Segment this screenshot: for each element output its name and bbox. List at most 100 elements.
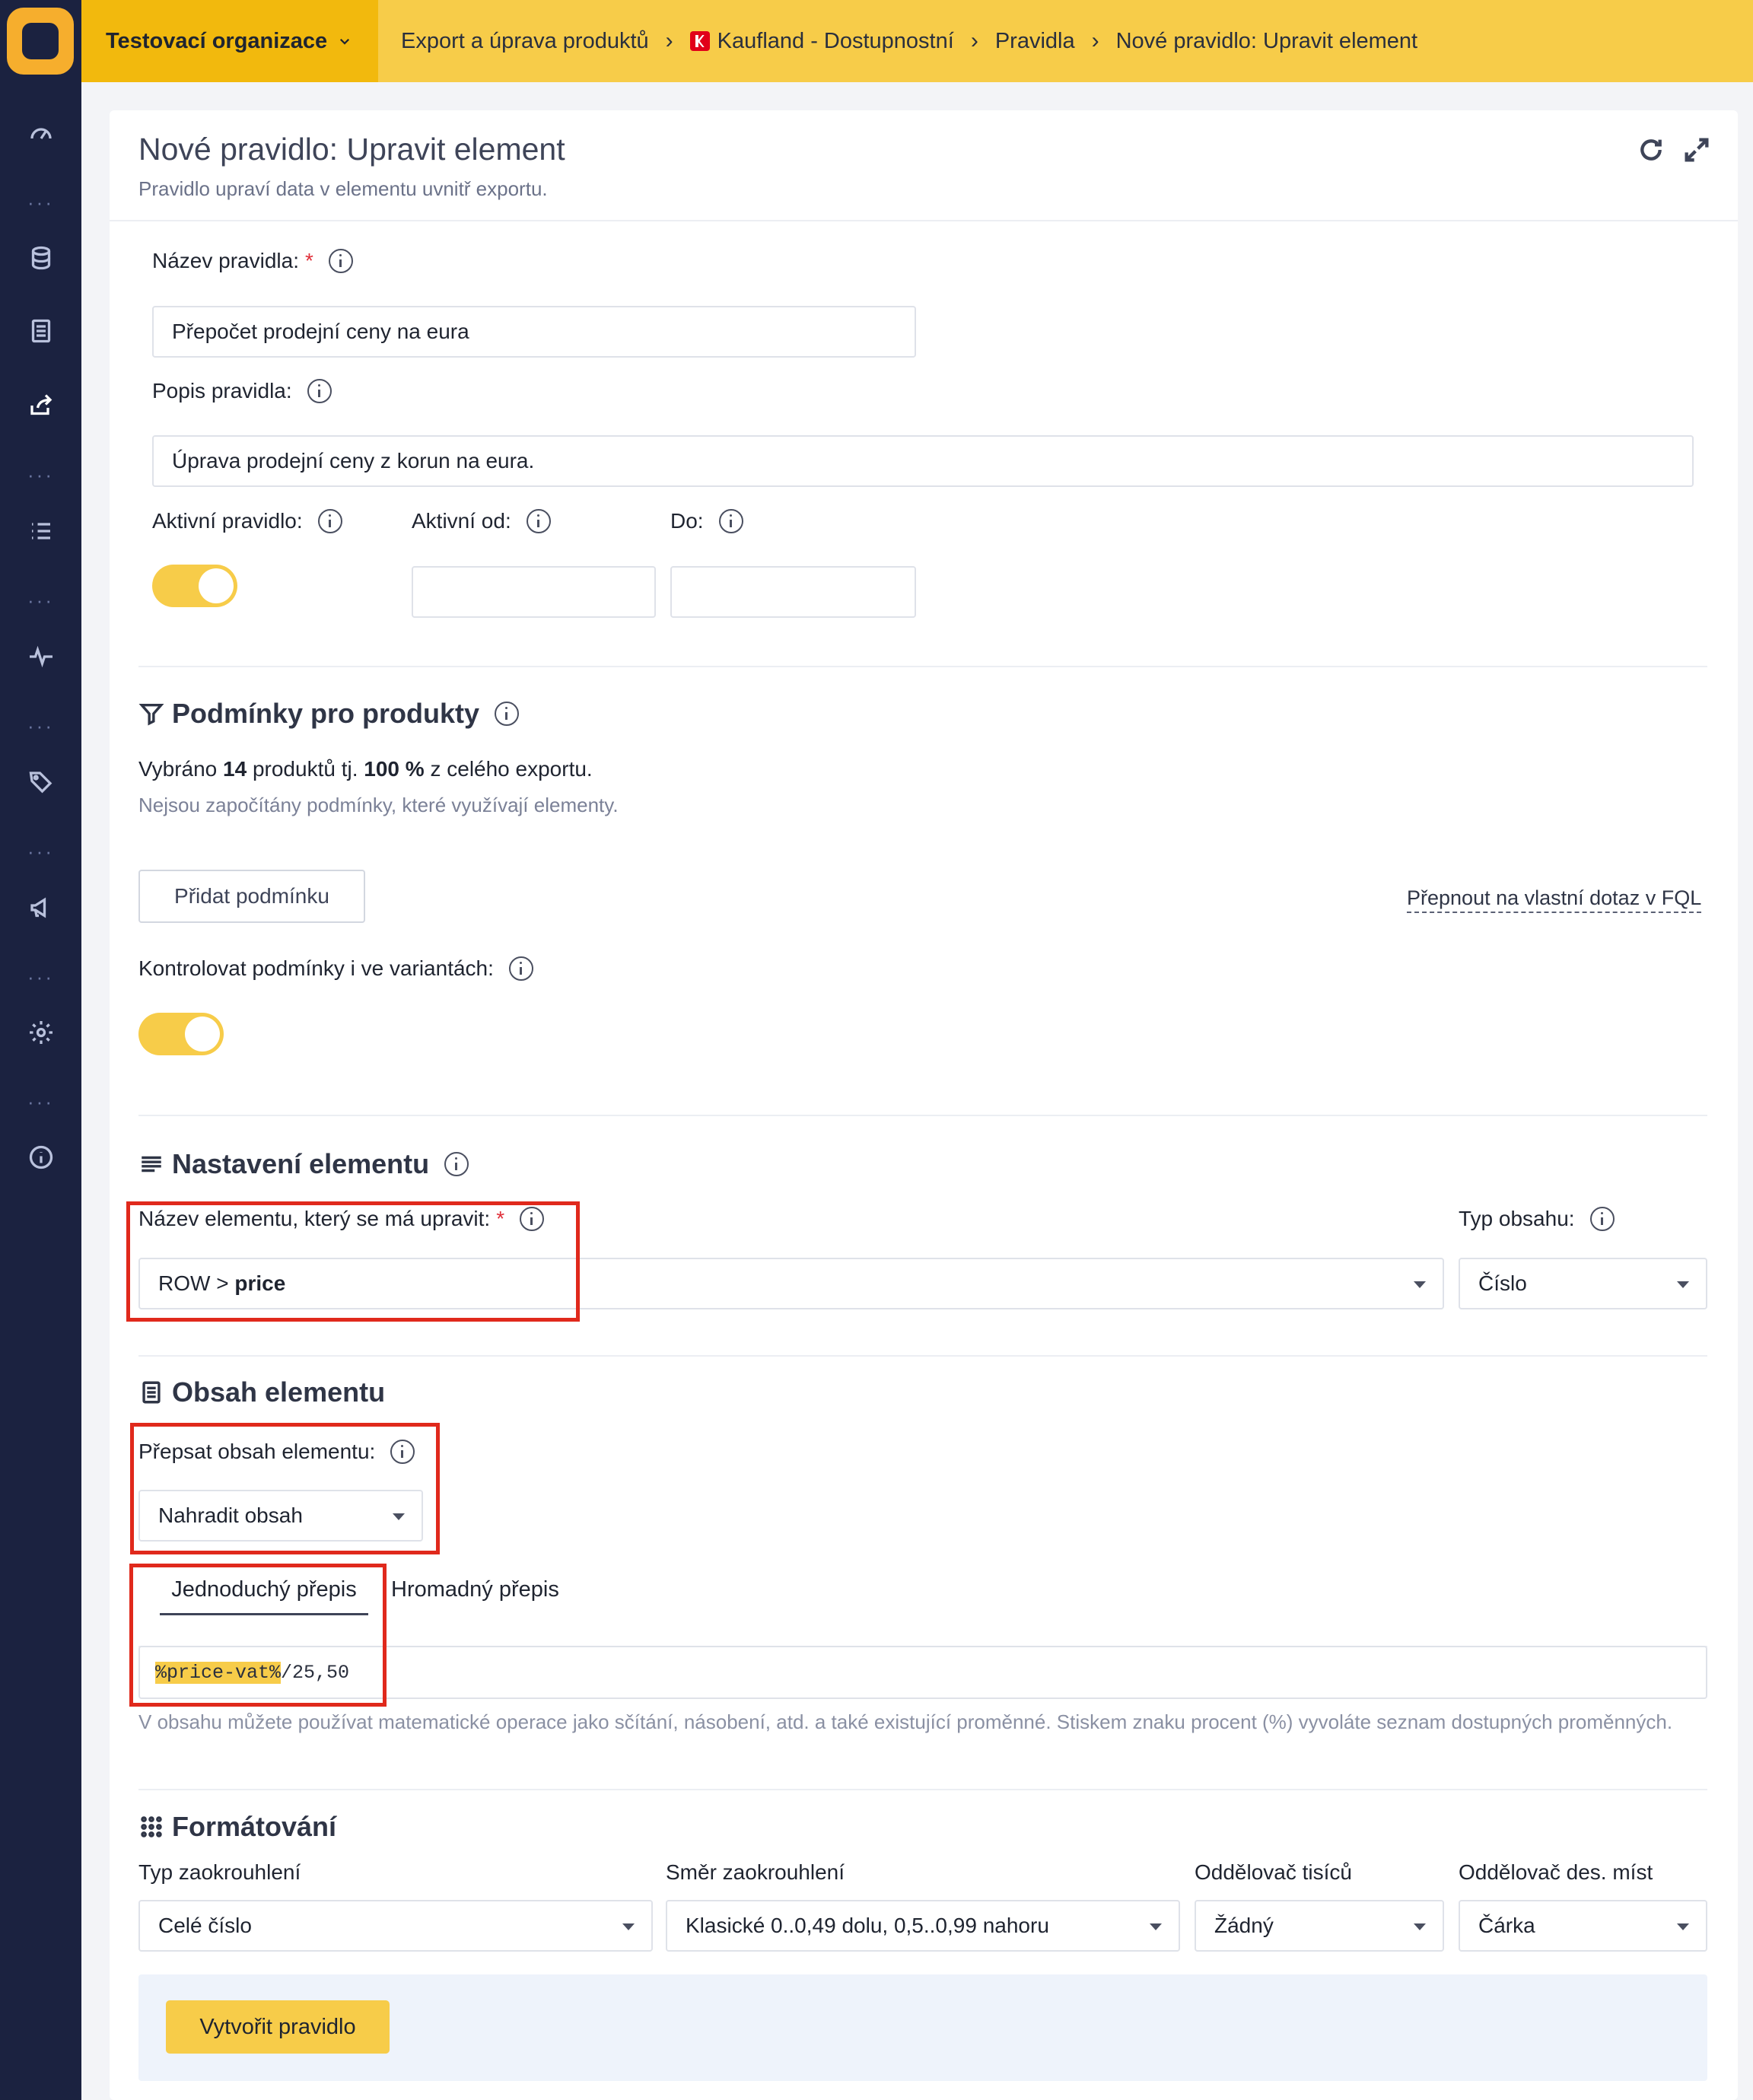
highlight-box [130, 1423, 440, 1554]
expand-icon[interactable] [1681, 135, 1712, 165]
page-title: Nové pravidlo: Upravit element [138, 132, 565, 167]
kaufland-icon [689, 31, 710, 51]
sidebar-export-icon[interactable] [0, 383, 81, 428]
rounding-direction-label: Směr zaokrouhlení [666, 1860, 845, 1884]
check-variants-label: Kontrolovat podmínky i ve variantách: [138, 956, 533, 981]
rule-description-label: Popis pravidla: [152, 379, 332, 403]
sidebar-more-icon[interactable]: ··· [0, 967, 81, 987]
divider [138, 1789, 1707, 1790]
active-to-input[interactable] [670, 566, 916, 618]
sidebar-tags-icon[interactable] [0, 759, 81, 805]
rule-name-label: Název pravidla: * [152, 249, 353, 273]
sidebar-more-icon[interactable]: ··· [0, 842, 81, 861]
sidebar-info-icon[interactable] [0, 1134, 81, 1180]
sidebar-more-icon[interactable]: ··· [0, 590, 81, 610]
active-rule-toggle[interactable] [152, 565, 237, 607]
filter-icon [138, 701, 164, 727]
info-icon[interactable] [307, 379, 332, 403]
app-logo[interactable] [7, 8, 74, 75]
sidebar-megaphone-icon[interactable] [0, 885, 81, 931]
active-to-label: Do: [670, 509, 743, 533]
info-icon[interactable] [526, 509, 551, 533]
rounding-direction-value: Klasické 0..0,49 dolu, 0,5..0,99 nahoru [686, 1914, 1049, 1937]
divider [138, 1355, 1707, 1357]
sidebar-database-icon[interactable] [0, 235, 81, 281]
rule-form-card: Nové pravidlo: Upravit element Pravidlo … [110, 110, 1738, 2100]
breadcrumb-item-rules[interactable]: Pravidla [995, 29, 1075, 54]
info-icon[interactable] [444, 1152, 469, 1176]
form-footer: Vytvořit pravidlo [138, 1974, 1707, 2081]
switch-to-fql-link[interactable]: Přepnout na vlastní dotaz v FQL [1407, 886, 1702, 913]
info-icon[interactable] [718, 509, 743, 533]
decimal-separator-select[interactable]: Čárka [1459, 1900, 1707, 1952]
organization-name: Testovací organizace [106, 28, 328, 53]
conditions-title: Podmínky pro produkty [138, 698, 520, 730]
chevron-right-icon: › [665, 28, 673, 53]
sidebar-dashboard-icon[interactable] [0, 111, 81, 157]
tab-bulk-rewrite[interactable]: Hromadný přepis [391, 1577, 559, 1602]
info-icon[interactable] [495, 702, 520, 726]
breadcrumb-item-kaufland[interactable]: Kaufland - Dostupnostní [717, 29, 954, 54]
element-settings-title: Nastavení elementu [138, 1148, 469, 1180]
chevron-right-icon: › [970, 28, 978, 53]
content-type-label: Typ obsahu: [1459, 1207, 1615, 1231]
caret-down-icon [1414, 1281, 1426, 1288]
info-icon[interactable] [317, 509, 342, 533]
divider [110, 220, 1738, 221]
sidebar-activity-icon[interactable] [0, 634, 81, 679]
thousands-separator-value: Žádný [1214, 1914, 1274, 1937]
organization-switcher[interactable]: Testovací organizace [81, 0, 378, 82]
info-icon[interactable] [1589, 1207, 1615, 1231]
sidebar-list-icon[interactable] [0, 508, 81, 554]
page-subtitle: Pravidlo upraví data v elementu uvnitř e… [138, 177, 548, 200]
divider [138, 1115, 1707, 1116]
rule-description-input[interactable]: Úprava prodejní ceny z korun na eura. [152, 435, 1694, 487]
highlight-box [129, 1564, 387, 1707]
create-rule-button[interactable]: Vytvořit pravidlo [166, 2000, 390, 2054]
element-content-title: Obsah elementu [138, 1376, 385, 1408]
active-from-label: Aktivní od: [412, 509, 551, 533]
sidebar-more-icon[interactable]: ··· [0, 192, 81, 212]
caret-down-icon [1677, 1923, 1689, 1930]
rounding-type-label: Typ zaokrouhlení [138, 1860, 301, 1884]
caret-down-icon [1677, 1281, 1689, 1288]
lines-icon [138, 1151, 164, 1177]
refresh-icon[interactable] [1636, 135, 1666, 165]
rounding-direction-select[interactable]: Klasické 0..0,49 dolu, 0,5..0,99 nahoru [666, 1900, 1180, 1952]
caret-down-icon [622, 1923, 635, 1930]
decimal-separator-label: Oddělovač des. míst [1459, 1860, 1653, 1884]
chevron-right-icon: › [1091, 28, 1099, 53]
breadcrumb-item-current: Nové pravidlo: Upravit element [1115, 28, 1418, 53]
divider [138, 666, 1707, 667]
thousands-separator-select[interactable]: Žádný [1195, 1900, 1444, 1952]
sidebar: ··· ··· ··· ··· ··· ··· ··· [0, 0, 81, 2100]
rule-name-input[interactable]: Přepočet prodejní ceny na eura [152, 306, 916, 358]
sidebar-more-icon[interactable]: ··· [0, 1092, 81, 1112]
selected-products-summary: Vybráno 14 produktů tj. 100 % z celého e… [138, 757, 593, 781]
highlight-box [126, 1201, 580, 1322]
topbar: Testovací organizace Export a úprava pro… [81, 0, 1753, 82]
expression-help: V obsahu můžete používat matematické ope… [138, 1710, 1673, 1733]
content-type-select[interactable]: Číslo [1459, 1258, 1707, 1309]
active-rule-label: Aktivní pravidlo: [152, 509, 342, 533]
breadcrumb: Export a úprava produktů › Kaufland - Do… [401, 0, 1417, 82]
conditions-note: Nejsou započítány podmínky, které využív… [138, 794, 619, 816]
sidebar-more-icon[interactable]: ··· [0, 716, 81, 736]
breadcrumb-item-export[interactable]: Export a úprava produktů [401, 29, 649, 54]
caret-down-icon [1414, 1923, 1426, 1930]
rounding-type-value: Celé číslo [158, 1914, 252, 1937]
add-condition-button[interactable]: Přidat podmínku [138, 870, 365, 923]
rounding-type-select[interactable]: Celé číslo [138, 1900, 653, 1952]
sidebar-document-icon[interactable] [0, 308, 81, 354]
document-icon [138, 1379, 164, 1405]
content-type-value: Číslo [1478, 1271, 1527, 1295]
sidebar-settings-icon[interactable] [0, 1010, 81, 1055]
grid-dots-icon [138, 1814, 164, 1840]
sidebar-more-icon[interactable]: ··· [0, 465, 81, 485]
info-icon[interactable] [508, 956, 533, 981]
info-icon[interactable] [328, 249, 353, 273]
formatting-title: Formátování [138, 1811, 336, 1843]
caret-down-icon [1150, 1923, 1162, 1930]
check-variants-toggle[interactable] [138, 1013, 224, 1055]
active-from-input[interactable] [412, 566, 656, 618]
